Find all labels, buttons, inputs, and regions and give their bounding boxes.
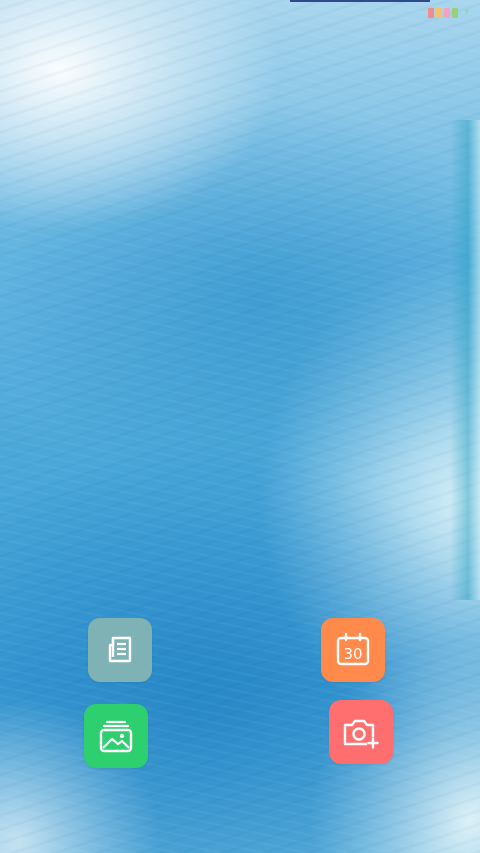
- calendar-app-icon[interactable]: 30: [321, 618, 385, 682]
- status-topline: [290, 0, 430, 2]
- home-screen: ⚡ 30: [0, 0, 480, 853]
- battery-icon: ⚡: [463, 8, 470, 18]
- camera-app-icon[interactable]: [329, 700, 393, 764]
- status-indicator-icon: [427, 8, 434, 18]
- status-indicator-icon: [435, 8, 442, 18]
- photo-stack-icon: [99, 720, 133, 753]
- status-icons: ⚡: [427, 8, 470, 18]
- wallpaper-texture: [0, 0, 480, 853]
- wallpaper-edge-accent: [450, 120, 480, 600]
- camera-plus-icon: [343, 719, 379, 749]
- status-bar: ⚡: [0, 0, 480, 26]
- calendar-date-text: 30: [343, 645, 362, 663]
- calendar-icon: 30: [336, 632, 370, 666]
- gallery-app-icon[interactable]: [84, 704, 148, 768]
- notes-app-icon[interactable]: [88, 618, 152, 682]
- status-indicator-icon: [443, 8, 450, 18]
- status-indicator-icon: [451, 8, 458, 18]
- document-lines-icon: [108, 636, 132, 663]
